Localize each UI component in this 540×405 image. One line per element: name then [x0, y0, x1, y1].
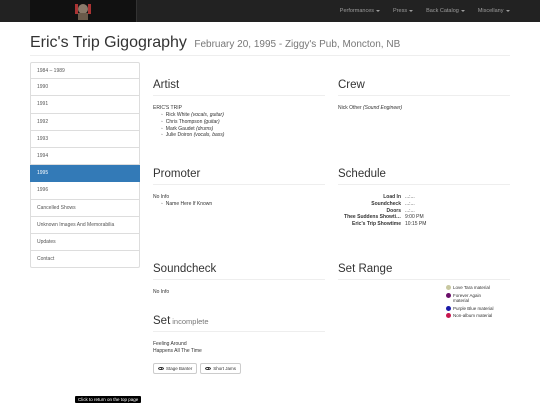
set-section: Set incomplete Feeling Around Happens All… — [153, 315, 325, 374]
soundcheck-section: Soundcheck No Info — [153, 263, 325, 296]
nav-press[interactable]: Press — [387, 8, 420, 14]
legend-dot-icon — [446, 313, 451, 318]
nav-miscellany[interactable]: Miscellany — [471, 8, 516, 14]
sidebar-item-unknown-images[interactable]: Unknown Images And Memorabilia — [30, 216, 140, 234]
schedule-row: Thee Suddens Showti… 9:00 PM — [344, 214, 424, 221]
schedule-row: Load In...:... — [383, 194, 415, 200]
caret-down-icon — [460, 9, 465, 12]
caret-down-icon — [376, 9, 381, 12]
nav-performances[interactable]: Performances — [333, 8, 386, 14]
legend-item: Non-album material — [446, 313, 510, 319]
soundcheck-info: No Info — [153, 289, 170, 295]
legend-dot-icon — [446, 285, 451, 290]
crew-section: Crew Nick Other (Sound Engineer) — [338, 79, 510, 112]
promoter-heading: Promoter — [153, 168, 201, 180]
crew-member: Nick Other (Sound Engineer) — [338, 105, 403, 111]
member-item: Julie Doiron (vocals, bass) — [161, 132, 325, 139]
band-logo-icon — [72, 1, 94, 21]
section-divider — [338, 279, 510, 280]
page-subtitle: February 20, 1995 - Ziggy's Pub, Moncton… — [194, 39, 401, 50]
member-item: Chris Thompson (guitar) — [161, 119, 325, 126]
schedule-row: Doors...:... — [386, 207, 415, 214]
section-divider — [153, 331, 325, 332]
page-title: Eric's Trip Gigography February 20, 1995… — [30, 34, 400, 52]
set-status: incomplete — [172, 317, 209, 326]
section-divider — [153, 279, 325, 280]
caret-down-icon — [505, 9, 510, 12]
sidebar-item-1992[interactable]: 1992 — [30, 113, 140, 131]
sidebar-item-1994[interactable]: 1994 — [30, 147, 140, 166]
eye-icon — [205, 366, 212, 371]
section-divider — [153, 184, 325, 185]
sidebar-item-1996[interactable]: 1996 — [30, 182, 140, 200]
site-logo[interactable] — [30, 0, 137, 22]
section-divider — [338, 95, 510, 96]
artist-section: Artist ERIC'S TRIP Rick White (vocals, g… — [153, 79, 325, 139]
crew-heading: Crew — [338, 79, 365, 91]
section-divider — [338, 184, 510, 185]
eye-icon — [158, 366, 164, 371]
promoter-section: Promoter No Info Name Here If Known — [153, 168, 325, 208]
set-heading: Set incomplete — [153, 315, 209, 327]
schedule-section: Schedule Load In...:... Soundcheck...:..… — [338, 168, 510, 228]
legend-dot-icon — [446, 305, 451, 311]
set-buttons: Stage Banter Short Jams — [153, 363, 325, 374]
soundcheck-heading: Soundcheck — [153, 263, 217, 275]
section-divider — [153, 95, 325, 96]
member-item: Mark Gaudet (drums) — [161, 126, 325, 133]
title-divider — [30, 55, 510, 56]
band-name: ERIC'S TRIP — [153, 105, 182, 111]
legend-item: Forever Again material — [446, 292, 510, 304]
promoter-list: Name Here If Known — [161, 201, 325, 208]
schedule-row: Eric's Trip Showtime 10:15 PM — [352, 221, 427, 228]
legend-item: Love Tara material — [446, 285, 510, 291]
short-jams-button[interactable]: Short Jams — [200, 363, 242, 374]
schedule-row: Soundcheck...:... — [371, 200, 415, 207]
sidebar-item-1995[interactable]: 1995 — [30, 165, 140, 183]
song-item: Feeling Around — [153, 341, 187, 347]
set-range-section: Set Range Love Tara material Forever Aga… — [338, 263, 510, 321]
promoter-info: No Info — [153, 194, 170, 200]
page-title-main: Eric's Trip Gigography — [30, 34, 187, 51]
sidebar-item-1991[interactable]: 1991 — [30, 96, 140, 114]
back-to-top-tooltip[interactable]: Click to return on the top page — [75, 396, 142, 403]
sidebar-item-contact[interactable]: Contact — [30, 251, 140, 269]
stage-banter-button[interactable]: Stage Banter — [153, 363, 198, 374]
set-range-heading: Set Range — [338, 263, 393, 275]
sidebar-item-1990[interactable]: 1990 — [30, 79, 140, 97]
nav-back-catalog[interactable]: Back Catalog — [420, 8, 472, 14]
top-navbar: Performances Press Back Catalog Miscella… — [0, 0, 540, 22]
schedule-heading: Schedule — [338, 168, 386, 180]
promoter-item: Name Here If Known — [161, 201, 325, 208]
caret-down-icon — [409, 9, 414, 12]
sidebar-item-1993[interactable]: 1993 — [30, 130, 140, 148]
legend-item: Purple Blue material — [446, 305, 510, 312]
year-sidebar: 1984 – 1989 1990 1991 1992 1993 1994 199… — [30, 62, 140, 269]
song-item: Happens All The Time — [153, 348, 202, 354]
member-list: Rick White (vocals, guitar) Chris Thomps… — [161, 112, 325, 139]
member-item: Rick White (vocals, guitar) — [161, 112, 325, 119]
sidebar-item-1984-1989[interactable]: 1984 – 1989 — [30, 62, 140, 80]
sidebar-item-cancelled-shows[interactable]: Cancelled Shows — [30, 199, 140, 217]
sidebar-item-updates[interactable]: Updates — [30, 233, 140, 252]
nav-menu: Performances Press Back Catalog Miscella… — [333, 0, 516, 22]
legend-dot-icon — [446, 292, 451, 298]
artist-heading: Artist — [153, 79, 180, 91]
